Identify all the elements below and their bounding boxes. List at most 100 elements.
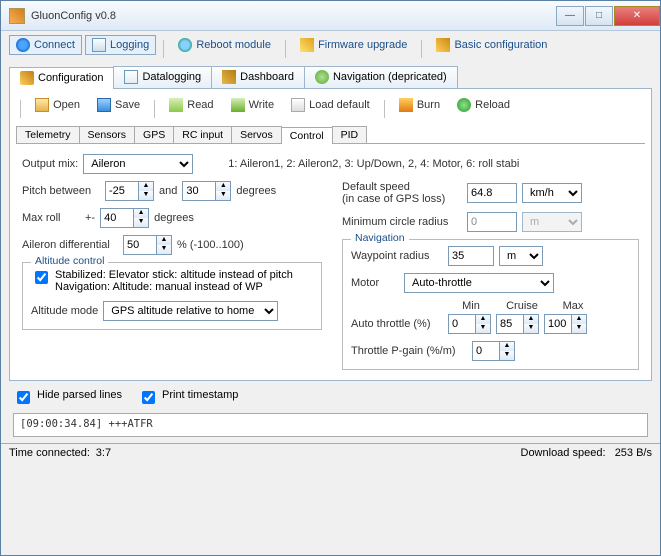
reboot-icon	[178, 38, 192, 52]
motor-select[interactable]: Auto-throttle	[404, 273, 554, 293]
aileron-diff-label: Aileron differential	[22, 239, 118, 251]
waypoint-radius-unit-select[interactable]: m	[499, 246, 543, 266]
auto-throttle-label: Auto throttle (%)	[351, 318, 443, 330]
control-tab-content: Output mix: Aileron 1: Aileron1, 2: Aile…	[16, 144, 645, 374]
auto-throttle-cruise-spinner[interactable]: ▲▼	[524, 314, 539, 334]
time-connected-label: Time connected:	[9, 447, 90, 459]
tab-dashboard[interactable]: Dashboard	[211, 66, 305, 88]
default-speed-label: Default speed (in case of GPS loss)	[342, 181, 462, 205]
altitude-mode-label: Altitude mode	[31, 305, 98, 317]
auto-throttle-cruise-input[interactable]	[496, 314, 524, 334]
max-roll-spinner[interactable]: ▲▼	[134, 208, 149, 228]
download-speed-value: 253 B/s	[615, 447, 652, 459]
open-button[interactable]: Open	[28, 95, 87, 115]
reboot-button[interactable]: Reboot module	[171, 35, 278, 55]
navigation-icon	[315, 70, 329, 84]
auto-throttle-max-input[interactable]	[544, 314, 572, 334]
file-toolbar: Open Save Read Write Load default Burn R…	[16, 95, 645, 118]
download-speed-label: Download speed:	[521, 447, 606, 459]
reload-label: Reload	[475, 99, 510, 111]
navigation-legend: Navigation	[351, 232, 409, 244]
pitch-low-spinner[interactable]: ▲▼	[139, 181, 154, 201]
auto-throttle-min-input[interactable]	[448, 314, 476, 334]
maximize-button[interactable]: □	[585, 6, 613, 26]
print-timestamp-label: Print timestamp	[162, 389, 238, 401]
altitude-mode-select[interactable]: GPS altitude relative to home	[103, 301, 278, 321]
write-button[interactable]: Write	[224, 95, 281, 115]
tab-navigation-label: Navigation (depricated)	[333, 71, 447, 83]
aileron-diff-input[interactable]	[123, 235, 157, 255]
burn-button[interactable]: Burn	[392, 95, 447, 115]
throttle-pgain-label: Throttle P-gain (%/m)	[351, 345, 467, 357]
status-bar: Time connected: 3:7 Download speed: 253 …	[1, 443, 660, 462]
burn-icon	[399, 98, 413, 112]
connect-icon	[16, 38, 30, 52]
save-button[interactable]: Save	[90, 95, 147, 115]
print-timestamp-checkbox[interactable]	[142, 391, 155, 404]
stabilized-checkbox[interactable]	[35, 271, 48, 284]
close-button[interactable]: ✕	[614, 6, 660, 26]
output-mix-help: 1: Aileron1, 2: Aileron2, 3: Up/Down, 2,…	[228, 158, 519, 170]
basic-config-label: Basic configuration	[454, 39, 547, 51]
read-button[interactable]: Read	[162, 95, 220, 115]
reload-button[interactable]: Reload	[450, 95, 517, 115]
firmware-label: Firmware upgrade	[318, 39, 407, 51]
read-icon	[169, 98, 183, 112]
pitch-low-input[interactable]	[105, 181, 139, 201]
titlebar: GluonConfig v0.8 — □ ✕	[1, 1, 660, 31]
max-roll-label: Max roll	[22, 212, 80, 224]
read-label: Read	[187, 99, 213, 111]
minimize-button[interactable]: —	[556, 6, 584, 26]
save-label: Save	[115, 99, 140, 111]
dashboard-icon	[222, 70, 236, 84]
pitch-high-spinner[interactable]: ▲▼	[216, 181, 231, 201]
configuration-icon	[20, 71, 34, 85]
tab-navigation[interactable]: Navigation (depricated)	[304, 66, 458, 88]
reload-icon	[457, 98, 471, 112]
auto-throttle-min-spinner[interactable]: ▲▼	[476, 314, 491, 334]
reboot-label: Reboot module	[196, 39, 271, 51]
connect-label: Connect	[34, 39, 75, 51]
cruise-header: Cruise	[499, 300, 545, 312]
burn-label: Burn	[417, 99, 440, 111]
window-title: GluonConfig v0.8	[31, 10, 555, 22]
open-label: Open	[53, 99, 80, 111]
logging-button[interactable]: Logging	[85, 35, 156, 55]
default-speed-input[interactable]	[467, 183, 517, 203]
auto-throttle-max-spinner[interactable]: ▲▼	[572, 314, 587, 334]
aileron-diff-range: % (-100..100)	[177, 239, 244, 251]
tab-rc-input[interactable]: RC input	[173, 126, 232, 143]
default-speed-unit-select[interactable]: km/h	[522, 183, 582, 203]
firmware-button[interactable]: Firmware upgrade	[293, 35, 414, 55]
and-label: and	[159, 185, 177, 197]
tab-datalogging[interactable]: Datalogging	[113, 66, 212, 88]
tab-gps[interactable]: GPS	[134, 126, 174, 143]
altitude-control-legend: Altitude control	[31, 255, 108, 267]
basic-config-button[interactable]: Basic configuration	[429, 35, 554, 55]
hide-parsed-checkbox[interactable]	[17, 391, 30, 404]
configuration-panel: Open Save Read Write Load default Burn R…	[9, 88, 652, 381]
aileron-diff-spinner[interactable]: ▲▼	[157, 235, 172, 255]
degrees-label-2: degrees	[154, 212, 194, 224]
connect-button[interactable]: Connect	[9, 35, 82, 55]
app-icon	[9, 8, 25, 24]
output-mix-select[interactable]: Aileron	[83, 154, 193, 174]
tab-telemetry[interactable]: Telemetry	[16, 126, 80, 143]
log-output[interactable]: [09:00:34.84] +++ATFR	[13, 413, 648, 437]
max-roll-input[interactable]	[100, 208, 134, 228]
throttle-pgain-input[interactable]	[472, 341, 500, 361]
tab-configuration[interactable]: Configuration	[9, 67, 114, 89]
tab-control[interactable]: Control	[281, 127, 333, 144]
waypoint-radius-input[interactable]	[448, 246, 494, 266]
load-default-button[interactable]: Load default	[284, 95, 377, 115]
sub-tabstrip: Telemetry Sensors GPS RC input Servos Co…	[16, 126, 645, 144]
output-mix-label: Output mix:	[22, 158, 78, 170]
tab-pid[interactable]: PID	[332, 126, 368, 143]
firmware-icon	[300, 38, 314, 52]
tab-datalogging-label: Datalogging	[142, 71, 201, 83]
basic-config-icon	[436, 38, 450, 52]
tab-sensors[interactable]: Sensors	[79, 126, 136, 143]
throttle-pgain-spinner[interactable]: ▲▼	[500, 341, 515, 361]
pitch-high-input[interactable]	[182, 181, 216, 201]
tab-servos[interactable]: Servos	[231, 126, 282, 143]
